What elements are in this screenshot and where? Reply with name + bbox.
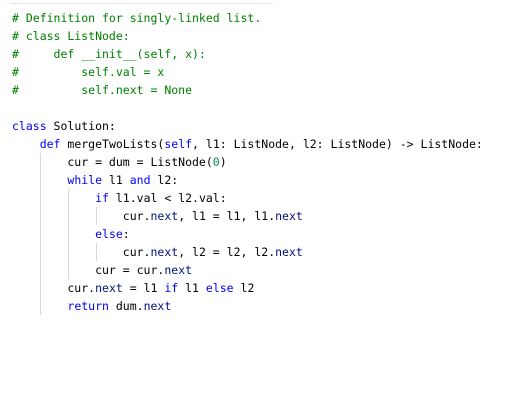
code-token: # self.next = None <box>12 83 193 97</box>
code-token: # self.val = x <box>12 65 165 79</box>
code-token: while <box>67 173 103 187</box>
code-token: # class ListNode: <box>12 29 130 43</box>
code-area[interactable]: # Definition for singly-linked list. # cl… <box>12 9 523 315</box>
code-line[interactable]: # Definition for singly-linked list. <box>12 9 523 27</box>
code-line[interactable]: else: <box>12 225 523 243</box>
code-token: next <box>150 245 179 259</box>
code-line[interactable]: def mergeTwoLists(self, l1: ListNode, l2… <box>12 135 523 153</box>
code-line[interactable]: # self.val = x <box>12 63 523 81</box>
code-token: next <box>150 209 179 223</box>
code-token: next <box>143 299 172 313</box>
code-token: l1.val < l2.val: <box>108 191 227 205</box>
code-token: : <box>122 227 130 241</box>
code-token: , l1: ListNode, l2: ListNode) -> ListNod… <box>192 137 483 151</box>
code-token: l2 <box>233 281 255 295</box>
code-token: Solution: <box>46 119 116 133</box>
code-line[interactable]: # class ListNode: <box>12 27 523 45</box>
code-token: next <box>275 245 303 259</box>
code-token: l1 <box>102 173 130 187</box>
code-line[interactable] <box>12 99 523 117</box>
code-token: next <box>275 209 303 223</box>
code-line[interactable]: class Solution: <box>12 117 523 135</box>
code-token: l1 <box>178 281 206 295</box>
code-line[interactable]: cur.next = l1 if l1 else l2 <box>12 279 523 297</box>
code-token: cur = dum = ListNode( <box>12 155 213 169</box>
code-token: , l1 = l1, l1. <box>178 209 276 223</box>
code-token: mergeTwoLists( <box>60 137 165 151</box>
code-line[interactable]: while l1 and l2: <box>12 171 523 189</box>
code-token: l2: <box>150 173 179 187</box>
code-line[interactable]: return dum.next <box>12 297 523 315</box>
code-token: cur = cur. <box>12 263 165 277</box>
code-token: dum. <box>108 299 144 313</box>
code-token: # def __init__(self, x): <box>12 47 206 61</box>
code-token: cur. <box>12 245 151 259</box>
code-editor[interactable]: # Definition for singly-linked list. # cl… <box>0 0 523 408</box>
code-token: = l1 <box>122 281 165 295</box>
code-token: # Definition for singly-linked list. <box>12 11 262 25</box>
editor-top-strip <box>0 0 523 4</box>
code-token: self <box>164 137 193 151</box>
code-line[interactable]: cur = cur.next <box>12 261 523 279</box>
code-line[interactable]: cur.next, l2 = l2, l2.next <box>12 243 523 261</box>
code-token: cur. <box>12 209 151 223</box>
code-token: next <box>95 281 123 295</box>
code-token: ) <box>219 155 227 169</box>
code-token: if <box>95 191 109 205</box>
code-token: def <box>39 137 61 151</box>
code-token: if <box>164 281 179 295</box>
code-line[interactable]: cur.next, l1 = l1, l1.next <box>12 207 523 225</box>
code-token: else <box>95 227 123 241</box>
code-token: return <box>67 299 109 313</box>
code-token: 0 <box>212 155 220 169</box>
editor-top-border <box>10 0 273 4</box>
code-token: next <box>164 263 193 277</box>
code-line[interactable]: if l1.val < l2.val: <box>12 189 523 207</box>
code-token: cur. <box>12 281 96 295</box>
code-token: class <box>12 119 47 133</box>
code-token: else <box>205 281 234 295</box>
code-line[interactable]: cur = dum = ListNode(0) <box>12 153 523 171</box>
code-line[interactable]: # def __init__(self, x): <box>12 45 523 63</box>
code-token: and <box>129 173 151 187</box>
code-token: , l2 = l2, l2. <box>178 245 276 259</box>
code-line[interactable]: # self.next = None <box>12 81 523 99</box>
